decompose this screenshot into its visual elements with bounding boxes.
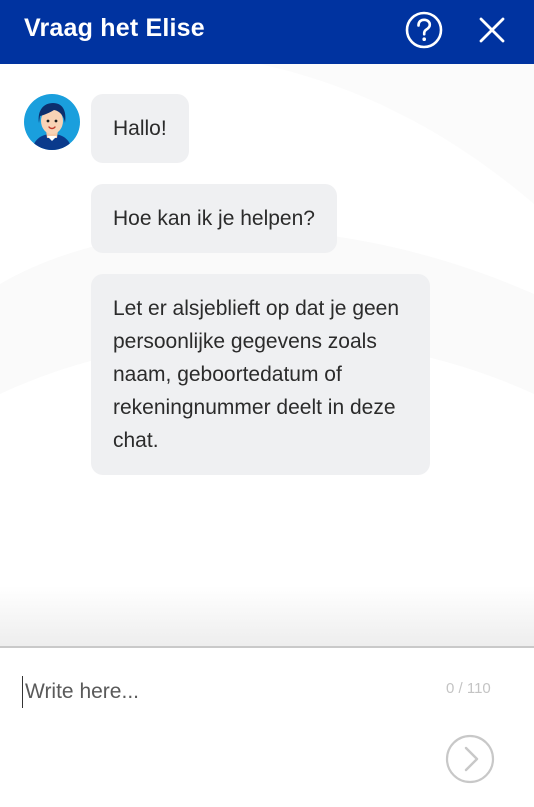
help-button[interactable] [404, 10, 444, 50]
chat-title: Vraag het Elise [24, 14, 205, 42]
send-button[interactable] [445, 734, 495, 784]
chevron-right-circle-icon [445, 734, 495, 784]
message-composer: 0 / 110 [0, 646, 534, 807]
chat-header: Vraag het Elise [0, 0, 534, 64]
agent-message: Hallo! [91, 94, 189, 163]
agent-message: Hoe kan ik je helpen? [91, 184, 337, 253]
agent-avatar [24, 94, 80, 150]
agent-message: Let er alsjeblieft op dat je geen persoo… [91, 274, 430, 475]
close-icon [479, 17, 505, 43]
message-input[interactable] [22, 676, 425, 708]
scroll-fade [0, 586, 534, 646]
chat-messages-area[interactable]: Hallo! Hoe kan ik je helpen? Let er alsj… [0, 64, 534, 646]
close-button[interactable] [472, 10, 512, 50]
character-counter: 0 / 110 [446, 680, 491, 697]
question-circle-icon [405, 11, 443, 49]
agent-avatar-elise [24, 94, 80, 150]
